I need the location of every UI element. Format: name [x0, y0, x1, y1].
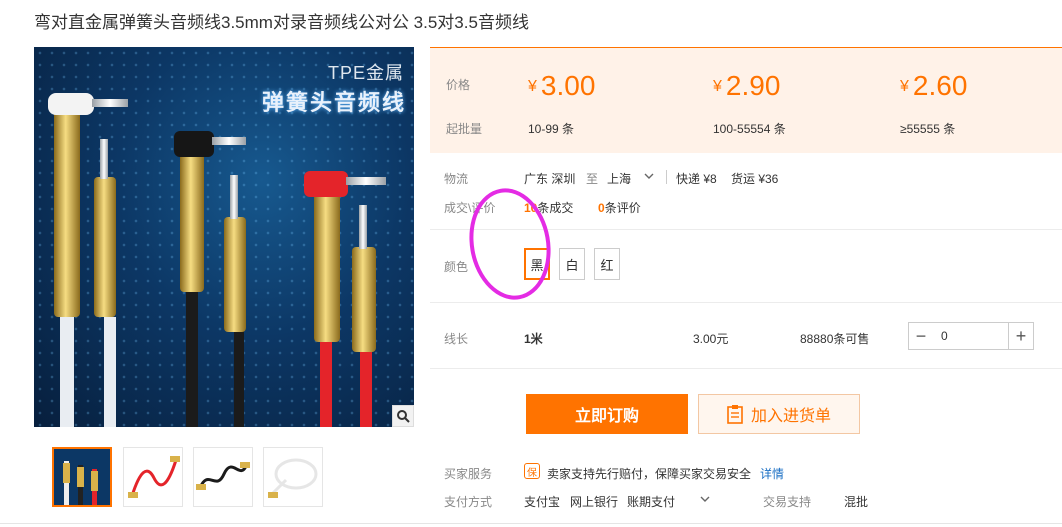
cable-straight-product-thumb: [54, 449, 110, 505]
trade-support-value: 混批: [844, 495, 869, 509]
destination-select[interactable]: 上海: [607, 170, 631, 187]
divider: [430, 302, 1062, 303]
logistics-label: 物流: [444, 172, 469, 186]
tier-range: 100-55554 条: [713, 122, 786, 136]
to-text: 至: [586, 172, 599, 186]
tier-price: 2.60: [912, 70, 968, 101]
reviews-count: 0: [598, 201, 605, 215]
tier-range: ≥55555 条: [900, 122, 956, 136]
currency-symbol: ¥: [900, 78, 909, 95]
length-label: 线长: [444, 332, 469, 346]
coiled-black-cable-thumb: [196, 462, 250, 490]
service-text: 卖家支持先行赔付，保障买家交易安全: [547, 467, 752, 481]
image-slogan-text: 弹簧头音频线: [261, 90, 406, 115]
minus-icon: −: [915, 325, 927, 346]
currency-symbol: ¥: [528, 78, 537, 95]
magnifier-icon: [397, 410, 410, 423]
main-product-image[interactable]: TPE金属 弹簧头音频线: [34, 47, 414, 427]
color-option-black[interactable]: 黑: [524, 248, 550, 280]
deals-text: 条成交: [537, 201, 574, 215]
quantity-stepper: − +: [908, 322, 1034, 350]
origin-location[interactable]: 广东 深圳: [524, 170, 575, 187]
color-option-red[interactable]: 红: [594, 248, 620, 280]
decrement-button[interactable]: −: [908, 322, 934, 350]
coiled-red-cable-thumb: [128, 456, 180, 498]
increment-button[interactable]: +: [1008, 322, 1034, 350]
image-brand-text: TPE金属: [327, 63, 404, 83]
stats-label: 成交\评价: [444, 201, 496, 215]
service-detail-link[interactable]: 详情: [760, 465, 784, 482]
zoom-button[interactable]: [392, 405, 414, 427]
freight-fee: 货运 ¥36: [731, 172, 779, 186]
moq-label: 起批量: [446, 122, 483, 136]
price-panel: 价格 起批量 ¥3.00 10-99 条 ¥2.90 100-55554 条 ¥…: [430, 47, 1062, 153]
tier-range: 10-99 条: [528, 122, 575, 136]
length-value: 1米: [524, 332, 543, 346]
thumbnail-2[interactable]: [123, 447, 183, 507]
payment-method-alipay: 支付宝: [524, 495, 561, 509]
thumbnail-4[interactable]: [263, 447, 323, 507]
reviews-text: 条评价: [604, 201, 641, 215]
thumbnail-1[interactable]: [52, 447, 112, 507]
currency-symbol: ¥: [713, 78, 722, 95]
color-label: 颜色: [444, 260, 469, 274]
divider: [430, 229, 1062, 230]
add-to-cart-button[interactable]: 加入进货单: [698, 394, 860, 434]
payment-method-credit: 账期支付: [627, 495, 676, 509]
payment-label: 支付方式: [444, 495, 493, 509]
tier-price: 3.00: [540, 70, 596, 101]
quantity-input[interactable]: [933, 322, 1009, 350]
thumbnail-3[interactable]: [193, 447, 253, 507]
divider: [430, 368, 1062, 369]
order-now-button[interactable]: 立即订购: [526, 394, 688, 434]
reviews-stat[interactable]: 0条评价: [598, 199, 641, 216]
stock-available: 88880条可售: [800, 332, 870, 346]
tier-price: 2.90: [725, 70, 781, 101]
price-label: 价格: [446, 78, 471, 92]
separator: [666, 170, 667, 184]
guarantee-badge-icon: 保: [524, 463, 540, 479]
trade-support-label: 交易支持: [763, 495, 812, 509]
service-label: 买家服务: [444, 467, 493, 481]
chevron-down-icon[interactable]: [700, 495, 710, 503]
bottom-border: [0, 523, 1062, 524]
page-title: 弯对直金属弹簧头音频线3.5mm对录音频线公对公 3.5对3.5音频线: [34, 13, 529, 32]
payment-method-bank: 网上银行: [570, 495, 619, 509]
chevron-down-icon[interactable]: [644, 172, 654, 180]
express-fee: 快递 ¥8: [676, 172, 717, 186]
plus-icon: +: [1015, 325, 1027, 346]
add-to-cart-label: 加入进货单: [750, 408, 831, 425]
color-option-white[interactable]: 白: [559, 248, 585, 280]
deals-stat[interactable]: 10条成交: [524, 199, 573, 216]
length-price: 3.00元: [693, 332, 729, 346]
clipboard-icon: [727, 405, 743, 424]
white-cable-thumb: [268, 458, 318, 498]
deals-count: 10: [524, 201, 538, 215]
